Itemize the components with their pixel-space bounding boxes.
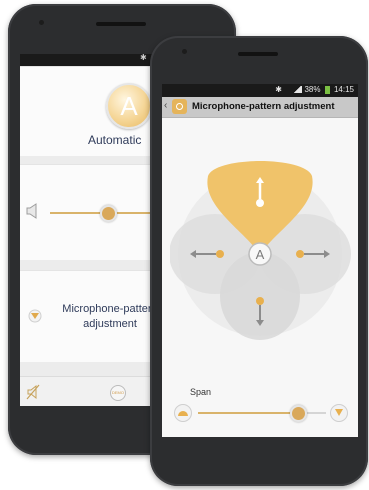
microphone-label-line1: Microphone-pattern <box>62 303 158 315</box>
automatic-button[interactable]: A <box>106 83 152 129</box>
front-camera <box>182 49 187 54</box>
volume-card <box>20 164 158 262</box>
microphone-pattern-icon <box>28 309 42 323</box>
back-status-bar: ✱ <box>20 53 158 66</box>
mute-icon[interactable] <box>26 384 40 400</box>
status-right: 38% 14:15 <box>293 85 354 94</box>
battery-percent: 38% <box>304 85 321 94</box>
automatic-label: Automatic <box>88 133 142 147</box>
span-slider-thumb[interactable] <box>290 405 307 422</box>
wide-span-icon[interactable] <box>174 404 192 422</box>
chevron-left-icon[interactable]: ‹ <box>164 100 167 111</box>
back-earpiece <box>96 22 146 26</box>
center-letter: A <box>256 247 265 262</box>
clock: 14:15 <box>333 85 354 94</box>
bluetooth-icon: ✱ <box>275 85 282 94</box>
app-logo-icon <box>172 99 187 114</box>
back-screen: A Automatic Microphone-pattern adjustmen… <box>20 66 158 406</box>
divider <box>20 362 158 376</box>
demo-button[interactable]: DEMO <box>110 385 126 401</box>
divider <box>20 260 158 270</box>
signal-icon <box>293 86 303 94</box>
span-track-filled <box>198 412 296 414</box>
right-dot <box>296 250 304 258</box>
back-camera <box>39 20 44 25</box>
volume-slider-thumb[interactable] <box>100 205 117 222</box>
title-bar: ‹ Microphone-pattern adjustment <box>162 97 358 118</box>
speaker-icon <box>26 203 37 219</box>
left-dot <box>216 250 224 258</box>
divider <box>20 156 158 164</box>
bottom-bar: DEMO <box>20 376 158 406</box>
automatic-letter: A <box>120 91 138 121</box>
bluetooth-icon: ✱ <box>140 53 147 62</box>
microphone-pattern-diagram: A <box>170 161 351 340</box>
down-dot <box>256 297 264 305</box>
front-status-bar: ✱ 38% 14:15 <box>162 84 358 97</box>
automatic-card[interactable]: A Automatic <box>20 66 158 158</box>
front-screen: ‹ Microphone-pattern adjustment A Span <box>162 97 358 437</box>
span-label: Span <box>190 387 212 397</box>
microphone-label-line2: adjustment <box>83 318 137 330</box>
page-title: Microphone-pattern adjustment <box>192 101 335 112</box>
microphone-label: Microphone-pattern adjustment <box>50 302 158 332</box>
front-earpiece <box>238 52 278 56</box>
battery-icon <box>324 85 330 94</box>
demo-label: DEMO <box>112 390 124 395</box>
narrow-span-icon[interactable] <box>330 404 348 422</box>
